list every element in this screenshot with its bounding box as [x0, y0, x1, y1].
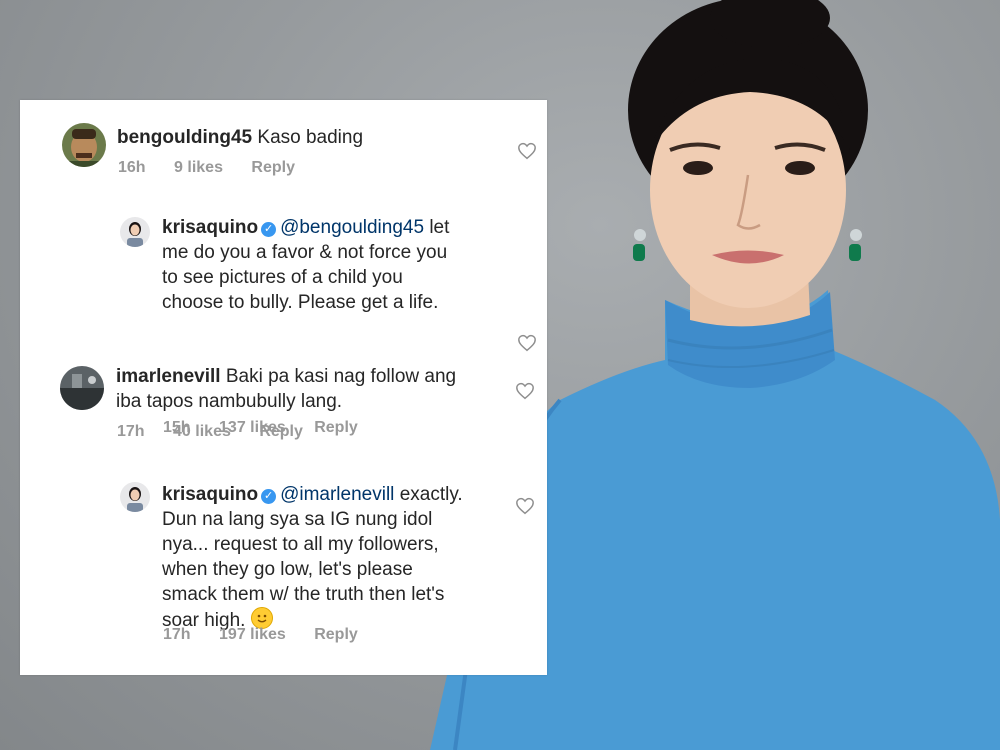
reply-button[interactable]: Reply: [259, 423, 303, 440]
comment-likes[interactable]: 197 likes: [219, 626, 286, 643]
comment-body-line: choose to bully. Please get a life.: [162, 292, 439, 313]
woman-photo-avatar[interactable]: [120, 482, 150, 512]
comment-meta: 17h 197 likes Reply: [163, 626, 382, 644]
comment-body-line: exactly.: [399, 484, 463, 505]
comment-body-line: smack them w/ the truth then let's: [162, 584, 445, 605]
mention-link[interactable]: @imarlenevill: [280, 484, 394, 505]
heart-outline-icon[interactable]: [517, 334, 537, 352]
woman-photo-avatar[interactable]: [120, 217, 150, 247]
comment-body-line: iba tapos nambubully lang.: [116, 391, 343, 412]
comment-body-line: when they go low, let's please: [162, 559, 413, 580]
man-photo-avatar[interactable]: [62, 123, 106, 167]
comment-likes[interactable]: 40 likes: [173, 423, 231, 440]
comment-username[interactable]: krisaquino: [162, 484, 258, 505]
comment-text: krisaquino ✓ @bengoulding45 let me do you …: [162, 215, 449, 315]
comment-time: 16h: [118, 159, 146, 176]
comment-body-line: let: [429, 217, 450, 238]
comment-body-line: to see pictures of a child you: [162, 267, 403, 288]
comment-body-line: Baki pa kasi nag follow ang: [225, 366, 457, 387]
comment-meta: 17h 40 likes Reply: [117, 423, 327, 441]
reply-button[interactable]: Reply: [251, 159, 295, 176]
landscape-photo-avatar[interactable]: [60, 366, 104, 410]
heart-outline-icon[interactable]: [517, 142, 537, 160]
comment-username[interactable]: krisaquino: [162, 217, 258, 238]
comment-body-line: Dun na lang sya sa IG nung idol: [162, 509, 433, 530]
comment-username[interactable]: imarlenevill: [116, 366, 221, 387]
comment-username[interactable]: bengoulding45: [117, 127, 252, 148]
comment-body-line: me do you a favor & not force you: [162, 242, 448, 263]
comment-body-line: nya... request to all my followers,: [162, 534, 439, 555]
heart-outline-icon[interactable]: [515, 497, 535, 515]
comment-time: 17h: [163, 626, 191, 643]
comment-meta: 16h 9 likes Reply: [118, 159, 319, 177]
verified-badge-icon: ✓: [261, 222, 277, 237]
comment-likes[interactable]: 9 likes: [174, 159, 223, 176]
mention-link[interactable]: @bengoulding45: [280, 217, 424, 238]
comment-text: krisaquino ✓ @imarlenevill exactly. Dun na…: [162, 482, 463, 633]
comment-text: imarlenevill Baki pa kasi nag follow ang…: [116, 364, 456, 414]
instagram-comments-card: bengoulding45 Kaso bading 16h 9 likes Re…: [20, 100, 547, 675]
comment-time: 17h: [117, 423, 145, 440]
reply-button[interactable]: Reply: [314, 626, 358, 643]
verified-badge-icon: ✓: [261, 489, 277, 504]
heart-outline-icon[interactable]: [515, 382, 535, 400]
comment-body: Kaso bading: [257, 127, 364, 148]
comment-text: bengoulding45 Kaso bading: [117, 125, 363, 150]
